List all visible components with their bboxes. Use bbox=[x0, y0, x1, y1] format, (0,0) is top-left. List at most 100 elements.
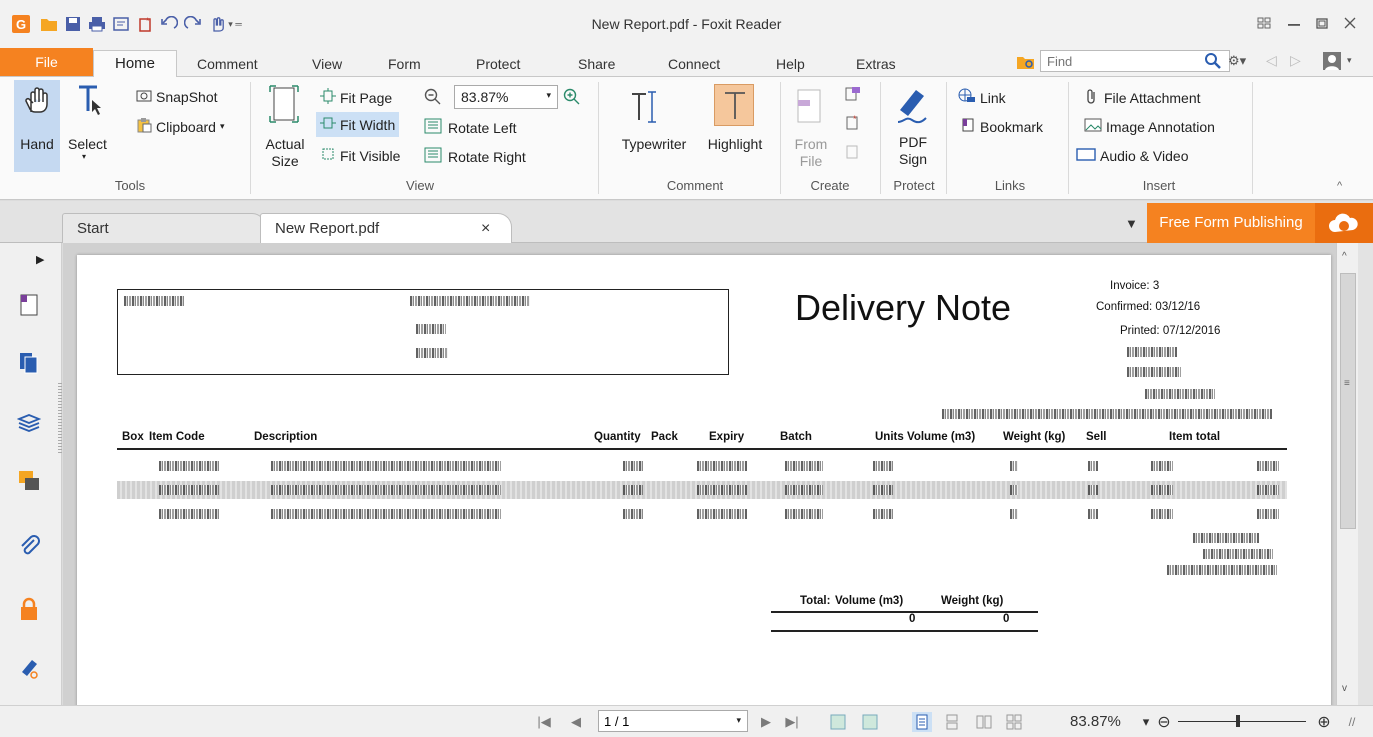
zoom-dropdown-icon[interactable]: ▾ bbox=[1136, 712, 1156, 732]
status-zoom-value[interactable]: 83.87% bbox=[1070, 713, 1121, 730]
page-dropdown-icon[interactable]: ▾ bbox=[736, 715, 741, 726]
highlight-label: Highlight bbox=[707, 136, 763, 152]
document-view[interactable]: Delivery Note Invoice: 3 Confirmed: 03/1… bbox=[63, 243, 1336, 705]
tab-form[interactable]: Form bbox=[388, 52, 421, 76]
total-weight-label: Weight (kg) bbox=[941, 595, 1004, 607]
previous-icon[interactable]: ◁ bbox=[1266, 52, 1277, 69]
continuous-facing-view-icon[interactable] bbox=[1004, 712, 1024, 732]
resize-grip-icon[interactable]: // bbox=[1342, 712, 1362, 732]
tab-start[interactable]: Start bbox=[62, 213, 266, 243]
scroll-down-icon[interactable]: v bbox=[1342, 683, 1347, 694]
page-number-field[interactable]: ▾ bbox=[598, 710, 748, 732]
zoom-select[interactable]: 83.87% ▾ bbox=[454, 85, 558, 109]
typewriter-icon bbox=[628, 86, 668, 129]
search-icon[interactable] bbox=[1204, 52, 1222, 73]
vertical-scrollbar[interactable]: ^ ≡ v bbox=[1336, 243, 1358, 705]
redacted-text bbox=[410, 296, 530, 306]
clipboard-dropdown-icon: ▾ bbox=[219, 121, 225, 131]
from-file-label: From File bbox=[794, 136, 828, 169]
single-page-view-icon[interactable] bbox=[912, 712, 932, 732]
previous-view-icon[interactable] bbox=[828, 712, 848, 732]
zoom-slider-thumb[interactable] bbox=[1236, 715, 1240, 727]
user-account-icon[interactable] bbox=[1322, 51, 1342, 74]
ribbon-separator bbox=[780, 82, 781, 194]
hand-tool-button[interactable]: Hand bbox=[14, 80, 60, 172]
cloud-logo-icon[interactable] bbox=[1315, 203, 1373, 243]
settings-gear-icon[interactable]: ⚙▾ bbox=[1228, 53, 1246, 69]
next-page-icon[interactable]: ▶ bbox=[756, 712, 776, 732]
tab-extras[interactable]: Extras bbox=[856, 52, 896, 76]
expand-panel-icon[interactable]: ▶ bbox=[36, 253, 44, 266]
free-form-publishing-banner[interactable]: Free Form Publishing bbox=[1147, 203, 1315, 243]
first-page-icon[interactable]: |◀ bbox=[534, 712, 554, 732]
fit-page-button[interactable]: Fit Page bbox=[320, 88, 392, 107]
panel-resize-handle[interactable] bbox=[58, 383, 62, 453]
comments-icon[interactable] bbox=[16, 468, 42, 494]
protect-group-label: Protect bbox=[893, 178, 935, 193]
find-input[interactable] bbox=[1041, 51, 1191, 71]
tab-file[interactable]: File bbox=[0, 48, 93, 76]
status-zoom-in-icon[interactable]: ⊕ bbox=[1314, 712, 1334, 732]
page-number-input[interactable] bbox=[599, 711, 719, 731]
scrollbar-thumb[interactable]: ≡ bbox=[1340, 273, 1356, 529]
redacted-text bbox=[124, 296, 184, 306]
restore-icon[interactable] bbox=[1310, 12, 1334, 34]
find-field[interactable] bbox=[1040, 50, 1230, 72]
tab-list-dropdown-icon[interactable]: ▼ bbox=[1125, 216, 1138, 231]
next-icon[interactable]: ▷ bbox=[1290, 52, 1301, 69]
column-header: Volume (m3) bbox=[907, 431, 976, 443]
link-button[interactable]: Link bbox=[958, 88, 1006, 107]
clipboard-button[interactable]: Clipboard ▾ bbox=[136, 117, 224, 136]
bookmark-button[interactable]: Bookmark bbox=[960, 117, 1043, 136]
collapse-ribbon-icon[interactable]: ^ bbox=[1337, 180, 1342, 192]
tab-share[interactable]: Share bbox=[578, 52, 615, 76]
table-rule bbox=[117, 448, 1287, 450]
tab-view[interactable]: View bbox=[312, 52, 342, 76]
close-tab-icon[interactable]: × bbox=[481, 214, 490, 244]
continuous-view-icon[interactable] bbox=[942, 712, 962, 732]
zoom-out-icon[interactable] bbox=[424, 88, 442, 109]
rotate-left-label: Rotate Left bbox=[448, 119, 517, 136]
page-thumbnail-icon[interactable] bbox=[16, 292, 42, 318]
paperclip-icon bbox=[1084, 88, 1100, 107]
file-attachment-button[interactable]: File Attachment bbox=[1084, 88, 1201, 107]
scroll-up-icon[interactable]: ^ bbox=[1342, 251, 1347, 262]
rotate-left-button[interactable]: Rotate Left bbox=[424, 117, 517, 138]
signatures-icon[interactable] bbox=[16, 656, 42, 682]
blank-page-icon[interactable]: * bbox=[844, 114, 862, 133]
tab-comment[interactable]: Comment bbox=[197, 52, 258, 76]
tab-protect[interactable]: Protect bbox=[476, 52, 520, 76]
create-option-icon[interactable] bbox=[844, 86, 862, 105]
last-page-icon[interactable]: ▶| bbox=[782, 712, 802, 732]
tab-new-report[interactable]: New Report.pdf × bbox=[260, 213, 512, 243]
close-window-icon[interactable] bbox=[1338, 12, 1362, 34]
rotate-right-button[interactable]: Rotate Right bbox=[424, 146, 526, 167]
fit-width-button[interactable]: Fit Width bbox=[316, 112, 400, 137]
account-dropdown-icon[interactable]: ▾ bbox=[1347, 55, 1352, 66]
snapshot-button[interactable]: SnapShot bbox=[136, 88, 218, 105]
status-zoom-out-icon[interactable]: ⊖ bbox=[1154, 712, 1174, 732]
security-lock-icon[interactable] bbox=[16, 596, 42, 622]
fit-width-icon bbox=[320, 115, 336, 134]
audio-video-button[interactable]: Audio & Video bbox=[1076, 146, 1188, 165]
zoom-slider-track[interactable] bbox=[1178, 721, 1306, 722]
image-annotation-button[interactable]: Image Annotation bbox=[1084, 117, 1215, 136]
tab-connect[interactable]: Connect bbox=[668, 52, 720, 76]
tab-home[interactable]: Home bbox=[93, 50, 177, 77]
select-label: Select bbox=[68, 136, 107, 152]
next-view-icon[interactable] bbox=[860, 712, 880, 732]
zoom-in-icon[interactable] bbox=[563, 88, 581, 109]
tab-help[interactable]: Help bbox=[776, 52, 805, 76]
layers-icon[interactable] bbox=[16, 410, 42, 436]
pages-icon[interactable] bbox=[16, 350, 42, 376]
ribbon-display-icon[interactable] bbox=[1252, 12, 1276, 34]
column-header: Item total bbox=[1169, 431, 1221, 443]
find-folder-icon[interactable] bbox=[1016, 53, 1036, 74]
minimize-icon[interactable] bbox=[1282, 12, 1306, 34]
image-annotation-label: Image Annotation bbox=[1106, 118, 1215, 135]
previous-page-icon[interactable]: ◀ bbox=[566, 712, 586, 732]
facing-view-icon[interactable] bbox=[974, 712, 994, 732]
fit-visible-button[interactable]: Fit Visible bbox=[320, 146, 400, 165]
attachments-icon[interactable] bbox=[16, 533, 42, 559]
clipboard-create-icon[interactable] bbox=[844, 144, 862, 163]
